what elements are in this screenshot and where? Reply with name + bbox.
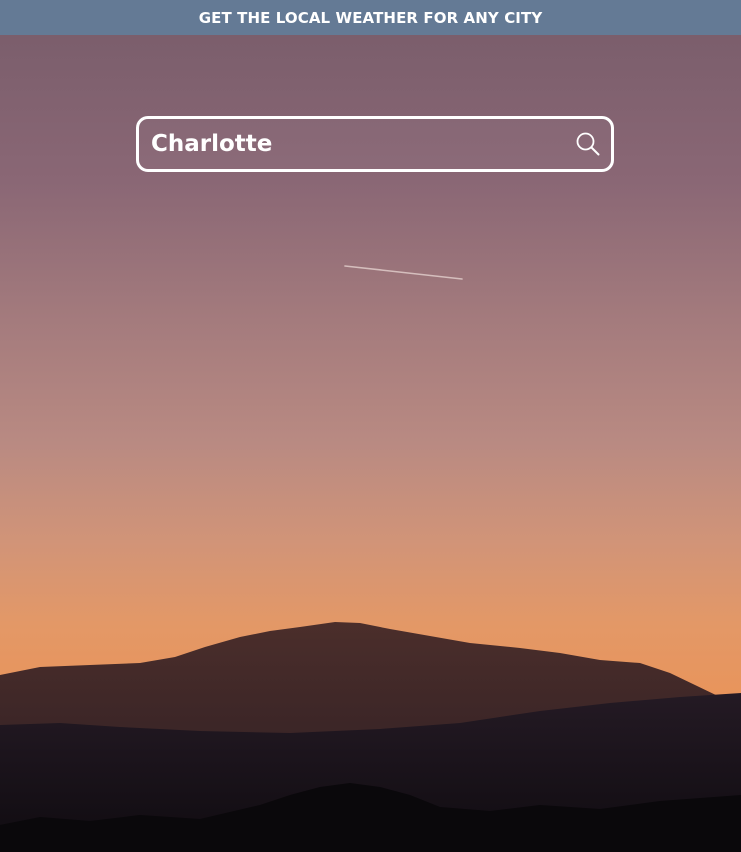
app-header: GET THE LOCAL WEATHER FOR ANY CITY (0, 0, 741, 35)
city-search-box[interactable] (136, 116, 614, 172)
header-title: GET THE LOCAL WEATHER FOR ANY CITY (198, 8, 543, 27)
search-icon[interactable] (575, 131, 601, 157)
city-search-input[interactable] (151, 119, 561, 169)
weather-app: GET THE LOCAL WEATHER FOR ANY CITY (0, 0, 741, 852)
